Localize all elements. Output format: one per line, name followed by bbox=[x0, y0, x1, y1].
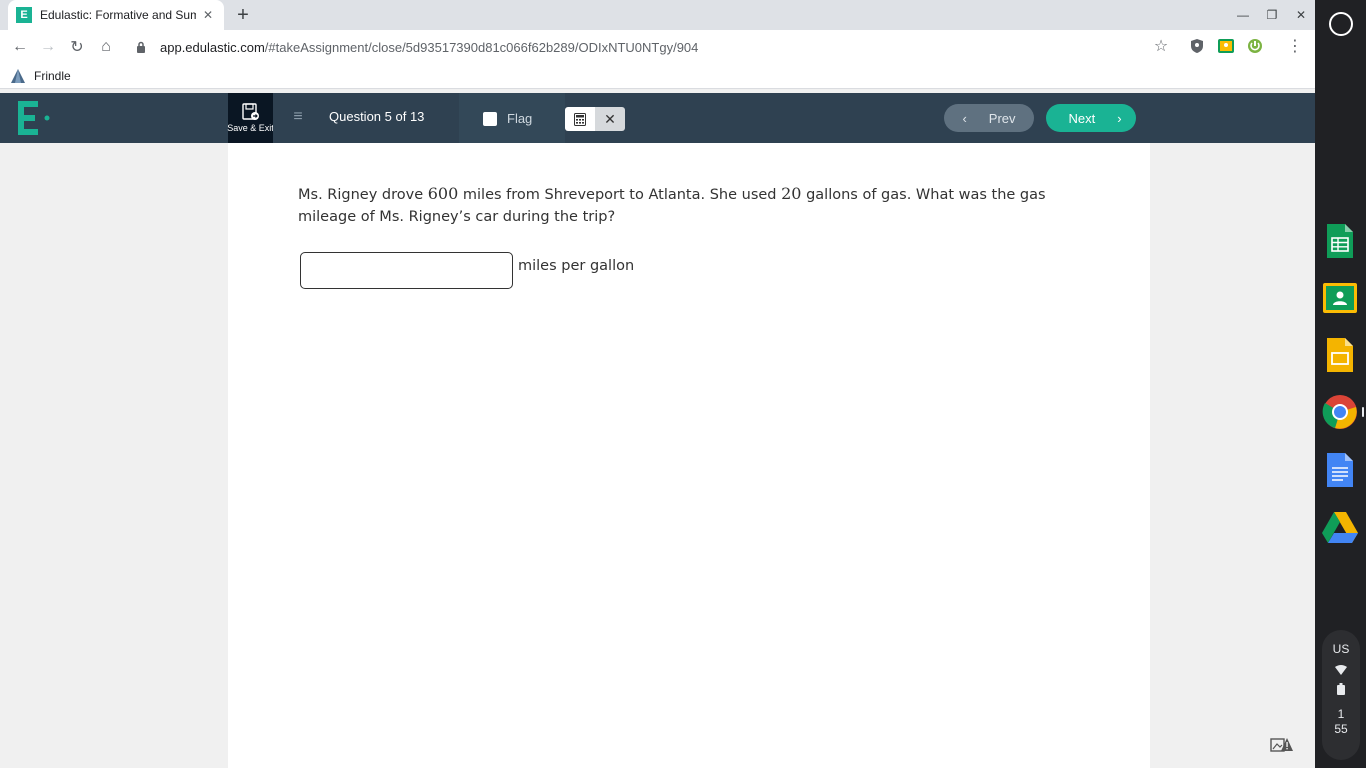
question-number: 600 bbox=[427, 184, 459, 203]
bookmark-star-icon[interactable]: ☆ bbox=[1152, 37, 1170, 55]
prev-label: Prev bbox=[988, 110, 1016, 126]
address-bar[interactable]: app.edulastic.com/#takeAssignment/close/… bbox=[128, 33, 1178, 61]
tab-close-icon[interactable]: ✕ bbox=[200, 7, 216, 23]
chrome-app-icon[interactable] bbox=[1321, 393, 1359, 431]
back-button[interactable]: ← bbox=[9, 36, 31, 58]
question-counter[interactable]: Question 5 of 13 bbox=[329, 93, 424, 143]
next-button[interactable]: Next › bbox=[1046, 104, 1136, 132]
edulastic-favicon-icon: E bbox=[16, 7, 32, 23]
hamburger-menu-icon[interactable]: ≡ bbox=[290, 108, 306, 125]
chevron-left-icon: ‹ bbox=[962, 110, 967, 126]
clock: 1 55 bbox=[1334, 707, 1347, 737]
slides-app-icon[interactable] bbox=[1321, 336, 1359, 374]
browser-tab[interactable]: E Edulastic: Formative and Summ ✕ bbox=[8, 0, 224, 30]
extension-shield-icon[interactable] bbox=[1188, 37, 1206, 55]
question-text-part: Ms. Rigney drove bbox=[298, 187, 428, 203]
classroom-extension-icon[interactable] bbox=[1217, 37, 1235, 55]
prev-button[interactable]: ‹ Prev bbox=[944, 104, 1034, 132]
flag-label[interactable]: Flag bbox=[507, 93, 532, 143]
restore-icon[interactable]: ❐ bbox=[1263, 6, 1281, 24]
url-path: /#takeAssignment/close/5d93517390d81c066… bbox=[264, 39, 699, 55]
drive-app-icon[interactable] bbox=[1321, 508, 1359, 546]
reload-button[interactable]: ↻ bbox=[66, 36, 88, 58]
close-icon: ✕ bbox=[604, 110, 616, 127]
browser-menu-icon[interactable]: ⋮ bbox=[1286, 37, 1304, 55]
launcher-icon[interactable] bbox=[1329, 12, 1353, 36]
calculator-icon bbox=[574, 112, 586, 126]
url-domain: app.edulastic.com bbox=[160, 39, 265, 55]
wifi-icon bbox=[1335, 665, 1347, 675]
report-issue-icon[interactable] bbox=[1270, 737, 1294, 753]
sheets-app-icon[interactable] bbox=[1321, 222, 1359, 260]
frindle-bookmark-icon bbox=[11, 68, 25, 83]
bookmark-frindle[interactable]: Frindle bbox=[34, 69, 71, 83]
forward-button[interactable]: → bbox=[37, 36, 59, 58]
status-tray[interactable]: US 1 55 bbox=[1322, 630, 1360, 760]
question-text-part: miles from Shreveport to Atlanta. She us… bbox=[458, 187, 782, 203]
battery-icon bbox=[1337, 683, 1345, 695]
keyboard-layout: US bbox=[1332, 642, 1350, 656]
unit-label: miles per gallon bbox=[518, 258, 635, 274]
next-label: Next bbox=[1068, 110, 1096, 126]
minimize-icon[interactable]: — bbox=[1234, 6, 1252, 24]
bookmarks-bar: Frindle bbox=[0, 63, 1315, 89]
close-tool-button[interactable]: ✕ bbox=[595, 107, 625, 131]
lock-icon bbox=[136, 40, 150, 54]
tab-title: Edulastic: Formative and Summ bbox=[40, 8, 196, 22]
question-number: 20 bbox=[781, 184, 802, 203]
calculator-button[interactable] bbox=[565, 107, 595, 131]
power-extension-icon[interactable] bbox=[1246, 37, 1264, 55]
window-close-icon[interactable]: ✕ bbox=[1292, 6, 1310, 24]
save-icon bbox=[241, 103, 259, 120]
browser-toolbar: ← → ↻ ⌂ app.edulastic.com/#takeAssignmen… bbox=[0, 30, 1315, 63]
clock-minute: 55 bbox=[1334, 722, 1348, 736]
question-panel: Ms. Rigney drove 600 miles from Shrevepo… bbox=[228, 143, 1150, 768]
docs-app-icon[interactable] bbox=[1321, 451, 1359, 489]
save-exit-label: Save & Exit bbox=[227, 123, 274, 133]
new-tab-button[interactable]: + bbox=[232, 4, 254, 26]
answer-input[interactable] bbox=[300, 252, 513, 289]
save-exit-button[interactable]: Save & Exit bbox=[227, 93, 274, 143]
flag-checkbox[interactable] bbox=[483, 112, 497, 126]
edulastic-logo-icon[interactable] bbox=[18, 101, 52, 135]
home-button[interactable]: ⌂ bbox=[95, 36, 117, 58]
app-header: Save & Exit ≡ Question 5 of 13 Flag ✕ ‹ … bbox=[0, 93, 1315, 143]
clock-hour: 1 bbox=[1337, 707, 1345, 721]
classroom-app-icon[interactable] bbox=[1321, 279, 1359, 317]
active-app-indicator bbox=[1362, 407, 1364, 417]
tab-strip: E Edulastic: Formative and Summ ✕ + — ❐ … bbox=[0, 0, 1315, 30]
chevron-right-icon: › bbox=[1117, 110, 1122, 126]
question-stem: Ms. Rigney drove 600 miles from Shrevepo… bbox=[298, 183, 1068, 228]
